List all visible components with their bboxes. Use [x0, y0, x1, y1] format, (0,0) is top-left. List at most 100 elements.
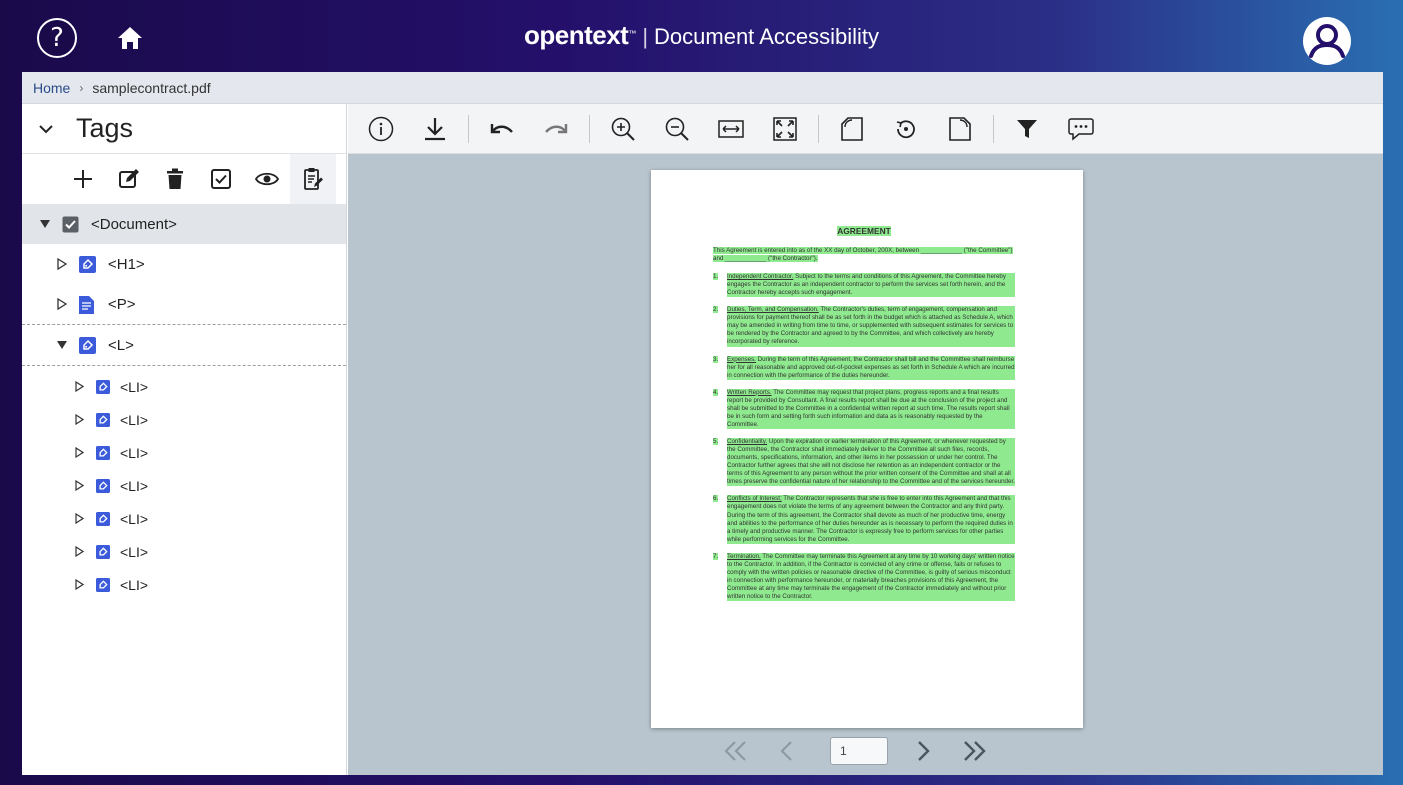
- user-avatar-button[interactable]: [1302, 16, 1352, 66]
- rotate-right-button[interactable]: [941, 109, 979, 149]
- caret-collapsed-icon[interactable]: [72, 479, 86, 493]
- caret-collapsed-icon[interactable]: [72, 512, 86, 526]
- zoom-in-icon: [611, 117, 635, 141]
- clipboard-edit-icon: [304, 168, 323, 190]
- delete-tag-button[interactable]: [152, 154, 198, 204]
- caret-collapsed-icon[interactable]: [72, 578, 86, 592]
- breadcrumb: Home › samplecontract.pdf: [22, 72, 1383, 104]
- tree-row-li[interactable]: <LI>: [22, 436, 346, 469]
- fit-width-button[interactable]: [712, 109, 750, 149]
- next-page-button[interactable]: [906, 736, 942, 766]
- brand-separator: |: [642, 24, 649, 49]
- toolbar-separator: [818, 114, 819, 143]
- fit-width-icon: [718, 119, 744, 138]
- tree-label: <LI>: [120, 576, 149, 593]
- rotate-left-button[interactable]: [833, 109, 871, 149]
- document-intro: This Agreement is entered into as of the…: [713, 246, 1015, 263]
- page-navigation: [718, 736, 1006, 766]
- toolbar-separator: [993, 114, 994, 143]
- comment-icon: [1068, 117, 1094, 141]
- list-item-body: Upon the expiration or earlier terminati…: [727, 438, 1015, 486]
- tree-row-li[interactable]: <LI>: [22, 469, 346, 502]
- tree-row-p[interactable]: <P>: [22, 284, 346, 324]
- add-tag-button[interactable]: [60, 154, 106, 204]
- last-page-button[interactable]: [956, 736, 992, 766]
- list-item-body: The Contractor represents that she is fr…: [727, 495, 1013, 543]
- list-item-heading: Independent Contractor.: [727, 273, 794, 281]
- list-item-number: 6.: [713, 495, 727, 543]
- tree-row-li[interactable]: <LI>: [22, 535, 346, 568]
- tree-label: <LI>: [120, 444, 149, 461]
- tree-row-l[interactable]: <L>: [22, 324, 346, 366]
- breadcrumb-home-link[interactable]: Home: [33, 80, 70, 96]
- filter-button[interactable]: [1008, 109, 1046, 149]
- product-name: Document Accessibility: [654, 24, 880, 49]
- caret-collapsed-icon[interactable]: [72, 446, 86, 460]
- zoom-in-button[interactable]: [604, 109, 642, 149]
- page-number-input[interactable]: [830, 737, 888, 765]
- first-page-button[interactable]: [718, 736, 754, 766]
- pdf-page[interactable]: AGREEMENT This Agreement is entered into…: [651, 170, 1083, 728]
- list-number-text: 7.: [713, 552, 719, 560]
- view-tag-button[interactable]: [244, 154, 290, 204]
- undo-button[interactable]: [483, 109, 521, 149]
- tag-icon: [96, 478, 110, 493]
- tags-header[interactable]: Tags: [22, 104, 346, 154]
- zoom-out-button[interactable]: [658, 109, 696, 149]
- comment-button[interactable]: [1062, 109, 1100, 149]
- tree-row-li[interactable]: <LI>: [22, 502, 346, 535]
- brand-logo: opentext: [523, 20, 629, 50]
- tree-label: <LI>: [120, 510, 149, 527]
- brand-trademark: ™: [628, 28, 637, 38]
- list-number-text: 4.: [713, 388, 719, 396]
- tree-row-li[interactable]: <LI>: [22, 370, 346, 403]
- edit-icon: [119, 169, 139, 188]
- list-item-number: 5.: [713, 438, 727, 486]
- undo-icon: [490, 123, 513, 133]
- download-button[interactable]: [416, 109, 454, 149]
- redo-button[interactable]: [537, 109, 575, 149]
- tree-label: <LI>: [120, 411, 149, 428]
- prev-page-icon: [780, 741, 792, 761]
- document-list-item: 4. Written Reports. The Committee may re…: [713, 388, 1015, 430]
- tags-panel: Tags <Document> <H1> <P> <L> <LI> <LI> <…: [22, 104, 347, 775]
- tree-label: <LI>: [120, 378, 149, 395]
- list-number-text: 5.: [713, 438, 719, 446]
- list-item-heading: Expenses.: [727, 355, 756, 363]
- tree-row-li[interactable]: <LI>: [22, 403, 346, 436]
- document-viewer: AGREEMENT This Agreement is entered into…: [348, 104, 1383, 775]
- document-list-item: 3. Expenses. During the term of this Agr…: [713, 355, 1015, 380]
- fit-page-button[interactable]: [766, 109, 804, 149]
- list-item-number: 7.: [713, 552, 727, 601]
- document-list-item: 1. Independent Contractor. Subject to th…: [713, 273, 1015, 298]
- caret-collapsed-icon[interactable]: [72, 380, 86, 394]
- tag-icon: [96, 379, 110, 394]
- tree-row-document[interactable]: <Document>: [22, 204, 346, 244]
- checkbox-icon: [211, 169, 231, 189]
- tree-label: <Document>: [91, 215, 177, 233]
- document-list-item: 6. Conflicts of Interest; The Contractor…: [713, 495, 1015, 544]
- caret-collapsed-icon[interactable]: [72, 413, 86, 427]
- reset-rotation-button[interactable]: [887, 109, 925, 149]
- caret-expanded-icon[interactable]: [55, 338, 69, 352]
- check-tag-button[interactable]: [198, 154, 244, 204]
- document-title: AGREEMENT: [713, 226, 1015, 237]
- redo-icon: [545, 123, 568, 133]
- list-item-number: 4.: [713, 388, 727, 429]
- tree-row-li[interactable]: <LI>: [22, 568, 346, 601]
- prev-page-button[interactable]: [768, 736, 804, 766]
- document-list-item: 2. Duties, Term, and Compensation. The C…: [713, 306, 1015, 347]
- caret-collapsed-icon[interactable]: [72, 545, 86, 559]
- tree-row-h1[interactable]: <H1>: [22, 244, 346, 284]
- add-icon: [74, 170, 92, 188]
- caret-expanded-icon[interactable]: [38, 217, 52, 231]
- filter-icon: [1017, 119, 1037, 138]
- tag-properties-button[interactable]: [290, 154, 336, 204]
- caret-collapsed-icon[interactable]: [55, 297, 69, 311]
- edit-tag-button[interactable]: [106, 154, 152, 204]
- last-page-icon: [964, 741, 986, 761]
- info-button[interactable]: [362, 109, 400, 149]
- caret-collapsed-icon[interactable]: [55, 257, 69, 271]
- fit-page-icon: [773, 116, 797, 141]
- document-title-text: AGREEMENT: [837, 226, 891, 236]
